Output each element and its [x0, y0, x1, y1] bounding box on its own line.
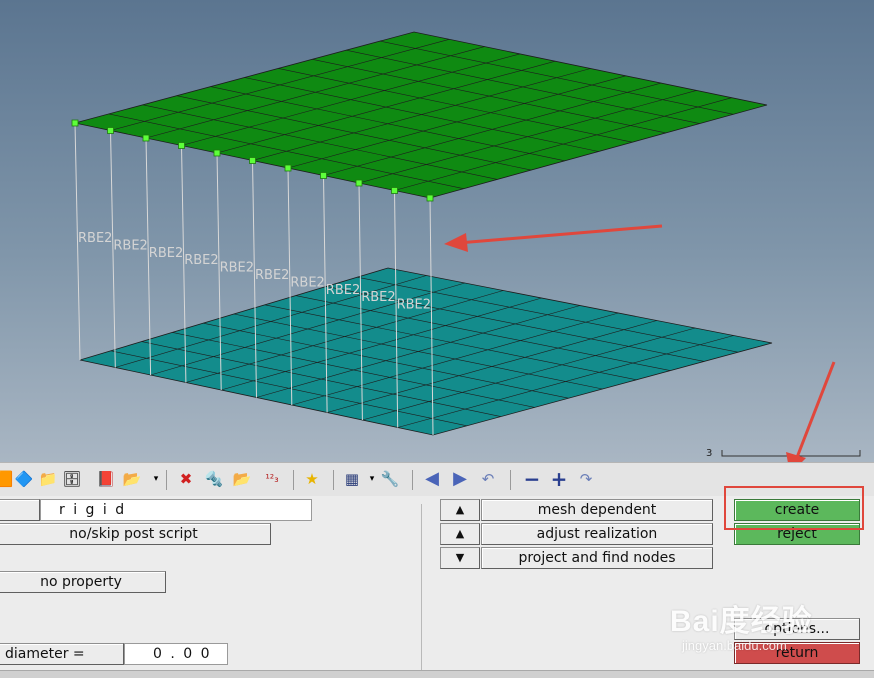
node-marker: [355, 179, 363, 187]
arrow-left-icon[interactable]: ◀: [422, 469, 442, 489]
rbe2-label: RBE2: [326, 283, 360, 298]
upper-mesh: [74, 31, 768, 199]
annotation-arrow-create: [794, 361, 836, 461]
folder-icon[interactable]: 📂: [232, 469, 252, 489]
node-marker: [178, 142, 185, 149]
diameter-label: diameter =: [0, 643, 124, 665]
rbe2-label: RBE2: [113, 238, 147, 253]
adjust-realization-button[interactable]: adjust realization: [481, 523, 713, 545]
adjust-realization-toggle[interactable]: ▲: [440, 523, 480, 545]
scale-label: 3: [706, 448, 713, 459]
diameter-field[interactable]: 0 . 0 0: [124, 643, 228, 665]
toolbar-separator: [166, 470, 167, 490]
node-marker: [284, 164, 292, 172]
chevron-down-icon[interactable]: ▾: [362, 469, 382, 489]
watermark-logo: Bai度经验: [670, 605, 813, 638]
node-marker: [71, 119, 79, 127]
model-scene: RBE2 RBE2 RBE2 RBE2 RBE2 RBE2 RBE2 RBE2 RBE2 RBE2: [71, 31, 861, 462]
up-down-icon: ▲: [455, 503, 465, 516]
property-button[interactable]: no property: [0, 571, 166, 593]
rbe2-label: RBE2: [220, 261, 254, 276]
rbe2-label: RBE2: [361, 290, 395, 305]
mesh-dependent-toggle[interactable]: ▲: [440, 499, 480, 521]
numbers-icon[interactable]: ¹²₃: [262, 469, 282, 489]
rbe2-label: RBE2: [255, 268, 289, 283]
baidu-watermark: Bai度经验 jingyan.baidu.com: [668, 596, 858, 666]
toolbar-separator: [510, 470, 511, 490]
assemblies-icon[interactable]: 🔷: [14, 469, 34, 489]
mesh-dependent-button[interactable]: mesh dependent: [481, 499, 713, 521]
include-icon[interactable]: 📁: [38, 469, 58, 489]
node-marker: [426, 194, 434, 202]
wrench-icon[interactable]: 🔧: [380, 469, 400, 489]
rbe2-label: RBE2: [397, 298, 431, 313]
mask-icon[interactable]: 🔩: [204, 469, 224, 489]
components-icon[interactable]: 🟧: [0, 469, 14, 489]
create-highlight-box: [724, 486, 864, 530]
panel-divider: [421, 504, 422, 676]
chevron-down-icon: ▼: [455, 551, 465, 564]
node-marker: [391, 187, 398, 194]
node-marker: [249, 157, 256, 164]
project-nodes-button[interactable]: project and find nodes: [481, 547, 713, 569]
annotation-arrow-links: [457, 224, 663, 245]
database-icon[interactable]: 🗄: [62, 469, 82, 489]
rbe2-label: RBE2: [290, 275, 324, 290]
display-grid-icon[interactable]: ▦: [342, 469, 362, 489]
node-marker: [320, 172, 327, 179]
undo-icon[interactable]: ↶: [478, 469, 498, 489]
import-icon[interactable]: 📂: [122, 469, 142, 489]
rbe2-label: RBE2: [184, 253, 218, 268]
watermark-url: jingyan.baidu.com: [682, 638, 787, 653]
zoom-out-icon[interactable]: −: [522, 469, 542, 489]
rbe2-label: RBE2: [78, 231, 112, 246]
node-marker: [142, 134, 150, 142]
graphics-viewport[interactable]: RBE2 RBE2 RBE2 RBE2 RBE2 RBE2 RBE2 RBE2 RBE2 RBE2…: [0, 0, 874, 462]
toolbar-separator: [412, 470, 413, 490]
arrow-right-icon[interactable]: ▶: [450, 469, 470, 489]
delete-icon[interactable]: ✖: [176, 469, 196, 489]
up-down-icon: ▲: [455, 527, 465, 540]
name-field[interactable]: r i g i d: [40, 499, 312, 521]
post-script-button[interactable]: no/skip post script: [0, 523, 271, 545]
rbe2-label: RBE2: [149, 246, 183, 261]
export-icon[interactable]: 📕: [96, 469, 116, 489]
favorite-icon[interactable]: ★: [302, 469, 322, 489]
annotation-arrowhead: [444, 233, 468, 252]
name-label-button[interactable]: [0, 499, 40, 521]
toolbar-separator: [333, 470, 334, 490]
chevron-down-icon[interactable]: ▾: [146, 469, 166, 489]
redo-icon[interactable]: ↷: [576, 469, 596, 489]
toolbar-separator: [293, 470, 294, 490]
node-marker: [213, 149, 221, 157]
zoom-in-icon[interactable]: +: [549, 469, 569, 489]
annotation-arrowhead: [786, 452, 806, 462]
node-marker: [107, 127, 114, 134]
project-nodes-dropdown[interactable]: ▼: [440, 547, 480, 569]
